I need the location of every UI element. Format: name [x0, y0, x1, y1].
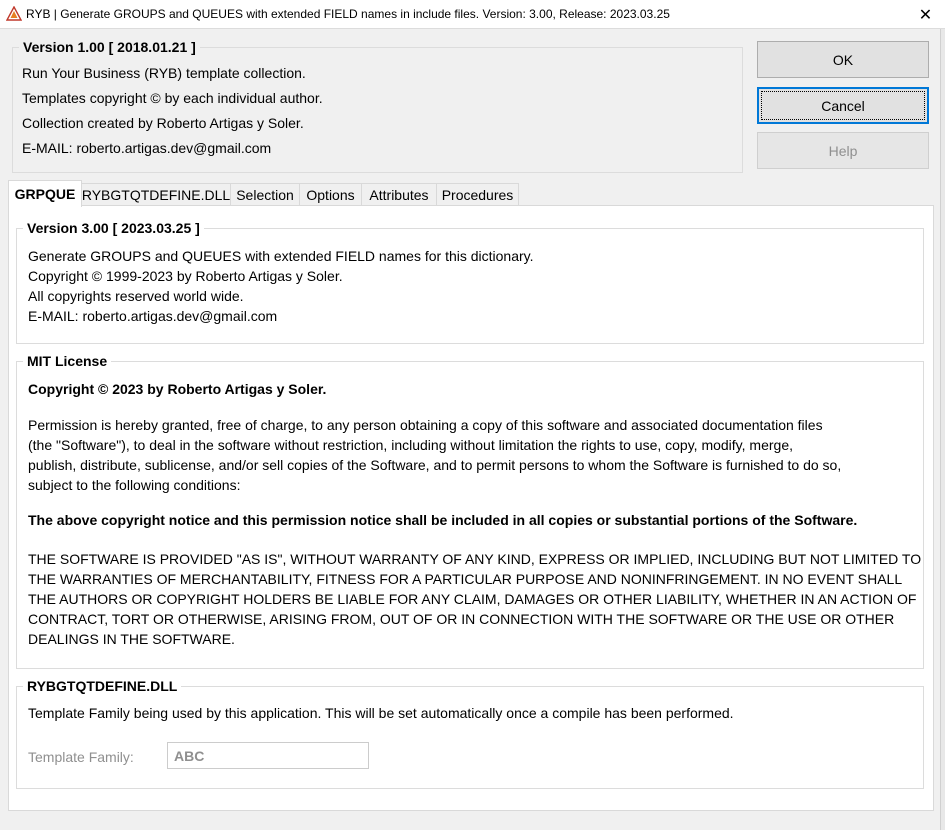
tab-label: RYBGTQTDEFINE.DLL [81, 187, 231, 203]
tab-selection[interactable]: Selection [230, 183, 300, 206]
tab-label: GRPQUE [14, 186, 76, 202]
version-line: Generate GROUPS and QUEUES with extended… [28, 248, 534, 264]
version-group: Version 3.00 [ 2023.03.25 ] Generate GRO… [16, 220, 924, 344]
template-family-label: Template Family: [28, 749, 134, 765]
template-family-value: ABC [174, 747, 205, 764]
close-icon: ✕ [918, 6, 933, 24]
tab-options[interactable]: Options [299, 183, 362, 206]
license-warranty-line: DEALINGS IN THE SOFTWARE. [28, 631, 235, 647]
dll-group-title: RYBGTQTDEFINE.DLL [23, 678, 182, 694]
header-line: Collection created by Roberto Artigas y … [22, 115, 304, 131]
license-permission-line: (the "Software"), to deal in the softwar… [28, 437, 793, 453]
ok-button[interactable]: OK [757, 41, 929, 78]
license-permission-line: Permission is hereby granted, free of ch… [28, 417, 823, 433]
tab-label: Selection [236, 187, 294, 203]
template-family-field[interactable]: ABC [167, 742, 369, 769]
tab-page-grpque: Version 3.00 [ 2023.03.25 ] Generate GRO… [8, 205, 934, 811]
license-permission-line: subject to the following conditions: [28, 477, 241, 493]
header-line: Templates copyright © by each individual… [22, 90, 323, 106]
license-warranty-line: THE WARRANTIES OF MERCHANTABILITY, FITNE… [28, 571, 903, 587]
header-line: E-MAIL: roberto.artigas.dev@gmail.com [22, 140, 272, 156]
version-line: Copyright © 1999-2023 by Roberto Artigas… [28, 268, 343, 284]
dll-group: RYBGTQTDEFINE.DLL Template Family being … [16, 678, 924, 789]
help-button-label: Help [828, 142, 858, 159]
license-warranty-line: THE SOFTWARE IS PROVIDED "AS IS", WITHOU… [28, 551, 922, 567]
tab-label: Attributes [369, 187, 429, 203]
header-group-title: Version 1.00 [ 2018.01.21 ] [19, 39, 200, 55]
cancel-button[interactable]: Cancel [757, 87, 929, 124]
tab-label: Options [306, 187, 355, 203]
window-title: RYB | Generate GROUPS and QUEUES with ex… [26, 7, 670, 21]
header-version-group: Version 1.00 [ 2018.01.21 ] Run Your Bus… [12, 39, 743, 173]
version-group-title: Version 3.00 [ 2023.03.25 ] [23, 220, 204, 236]
title-bar: RYB | Generate GROUPS and QUEUES with ex… [0, 0, 945, 29]
license-warranty-line: CONTRACT, TORT OR OTHERWISE, ARISING FRO… [28, 611, 895, 627]
tab-rybgtqtdefine-dll[interactable]: RYBGTQTDEFINE.DLL [81, 183, 231, 206]
tab-label: Procedures [441, 187, 514, 203]
tab-procedures[interactable]: Procedures [436, 183, 519, 206]
license-warranty-line: THE AUTHORS OR COPYRIGHT HOLDERS BE LIAB… [28, 591, 917, 607]
tab-attributes[interactable]: Attributes [361, 183, 437, 206]
warning-triangle-icon [6, 6, 22, 21]
license-copyright: Copyright © 2023 by Roberto Artigas y So… [28, 381, 327, 397]
tab-grpque[interactable]: GRPQUE [8, 180, 82, 207]
version-line: All copyrights reserved world wide. [28, 288, 244, 304]
dll-description: Template Family being used by this appli… [28, 705, 734, 721]
license-group: MIT License Copyright © 2023 by Roberto … [16, 353, 924, 669]
cancel-button-label: Cancel [821, 97, 865, 114]
version-line: E-MAIL: roberto.artigas.dev@gmail.com [28, 308, 278, 324]
license-group-title: MIT License [23, 353, 112, 369]
ok-button-label: OK [832, 51, 854, 68]
help-button[interactable]: Help [757, 132, 929, 169]
window-edge [940, 29, 945, 830]
license-notice: The above copyright notice and this perm… [28, 512, 858, 528]
close-button[interactable]: ✕ [906, 0, 945, 29]
license-permission-line: publish, distribute, sublicense, and/or … [28, 457, 842, 473]
header-line: Run Your Business (RYB) template collect… [22, 65, 306, 81]
